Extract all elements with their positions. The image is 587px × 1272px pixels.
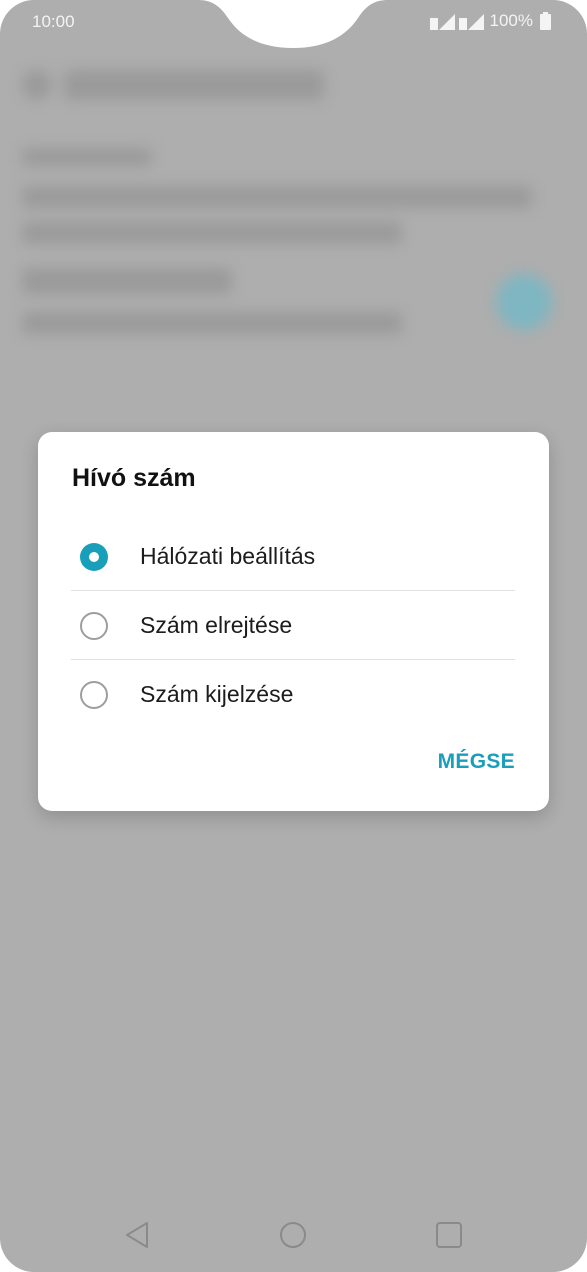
option-show-number[interactable]: Szám kijelzése	[71, 660, 515, 729]
caller-id-dialog: Hívó szám Hálózati beállítás Szám elrejt…	[38, 432, 549, 811]
home-icon[interactable]	[278, 1220, 308, 1250]
radio-unselected-icon[interactable]	[80, 680, 108, 709]
status-time: 10:00	[32, 12, 75, 31]
radio-unselected-icon[interactable]	[80, 611, 108, 640]
option-label: Szám elrejtése	[140, 612, 293, 638]
back-icon[interactable]	[123, 1220, 153, 1250]
sim2-signal-icon	[458, 14, 484, 30]
option-hide-number[interactable]: Szám elrejtése	[71, 591, 515, 660]
cancel-button[interactable]: MÉGSE	[438, 750, 515, 774]
status-icons: 100%	[429, 11, 551, 31]
navigation-bar	[0, 1200, 587, 1272]
radio-selected-icon[interactable]	[80, 542, 108, 571]
dialog-title: Hívó szám	[72, 464, 196, 492]
option-label: Hálózati beállítás	[140, 543, 316, 569]
background-content	[0, 40, 587, 420]
sim1-signal-icon	[429, 14, 455, 30]
camera-notch	[198, 0, 388, 48]
battery-icon	[540, 12, 551, 30]
option-label: Szám kijelzése	[140, 681, 294, 707]
recents-icon[interactable]	[434, 1220, 464, 1250]
option-network-default[interactable]: Hálózati beállítás	[71, 522, 515, 591]
phone-screen: 10:00 100% Hívó szám Hálózati beállítás …	[0, 0, 587, 1272]
battery-percent: 100%	[489, 11, 533, 30]
